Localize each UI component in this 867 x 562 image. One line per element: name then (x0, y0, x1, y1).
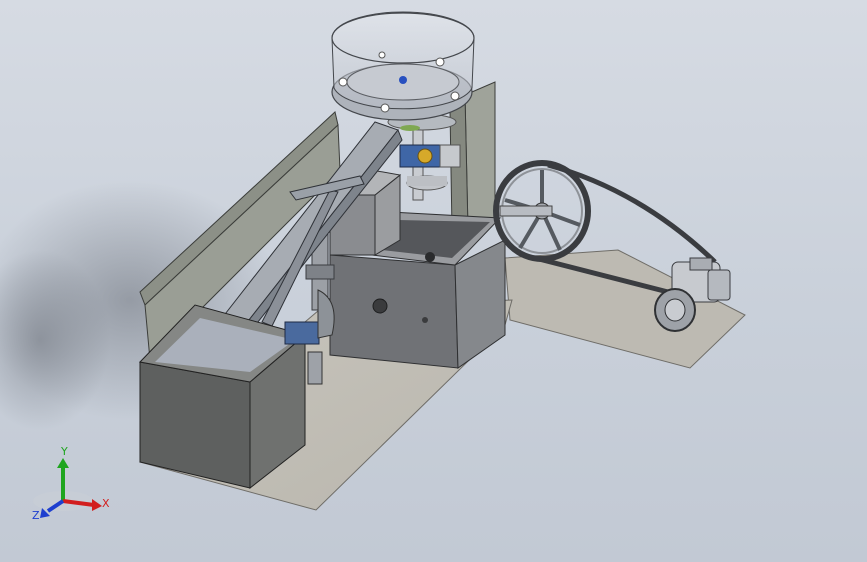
bowl-bolt-3 (450, 91, 460, 101)
triad-x-label: X (102, 497, 110, 510)
green-ring (400, 125, 420, 131)
bearing-hole[interactable] (372, 298, 388, 314)
small-bolt-hole (422, 317, 428, 323)
column-collar[interactable] (305, 264, 335, 280)
lower-bearing-block[interactable] (284, 321, 320, 345)
bowl-bolt-5 (378, 51, 386, 59)
bowl-center-pin[interactable] (399, 76, 407, 84)
triad-z-label: Z (32, 509, 40, 522)
bearing-cap[interactable] (439, 144, 461, 168)
bowl-bolt-2 (380, 103, 390, 113)
bowl-bolt-4 (435, 57, 445, 67)
triad-graphic (33, 458, 102, 518)
center-box-right[interactable] (454, 239, 506, 369)
machine-model[interactable] (0, 0, 867, 562)
lower-guide-block[interactable] (307, 351, 323, 385)
cad-3d-viewport[interactable]: Y X Z (0, 0, 867, 562)
bowl-bolt-1 (338, 77, 348, 87)
left-bin-front[interactable] (139, 361, 251, 489)
triad-y-label: Y (61, 445, 68, 458)
right-wall[interactable] (464, 81, 496, 231)
flywheel-shaft[interactable] (499, 205, 553, 217)
shaft-pulley-body (407, 176, 447, 186)
bearing-center (417, 148, 433, 164)
center-box-front[interactable] (329, 254, 459, 369)
drum-inside (425, 252, 435, 262)
axis-triad: Y X Z (30, 445, 120, 528)
